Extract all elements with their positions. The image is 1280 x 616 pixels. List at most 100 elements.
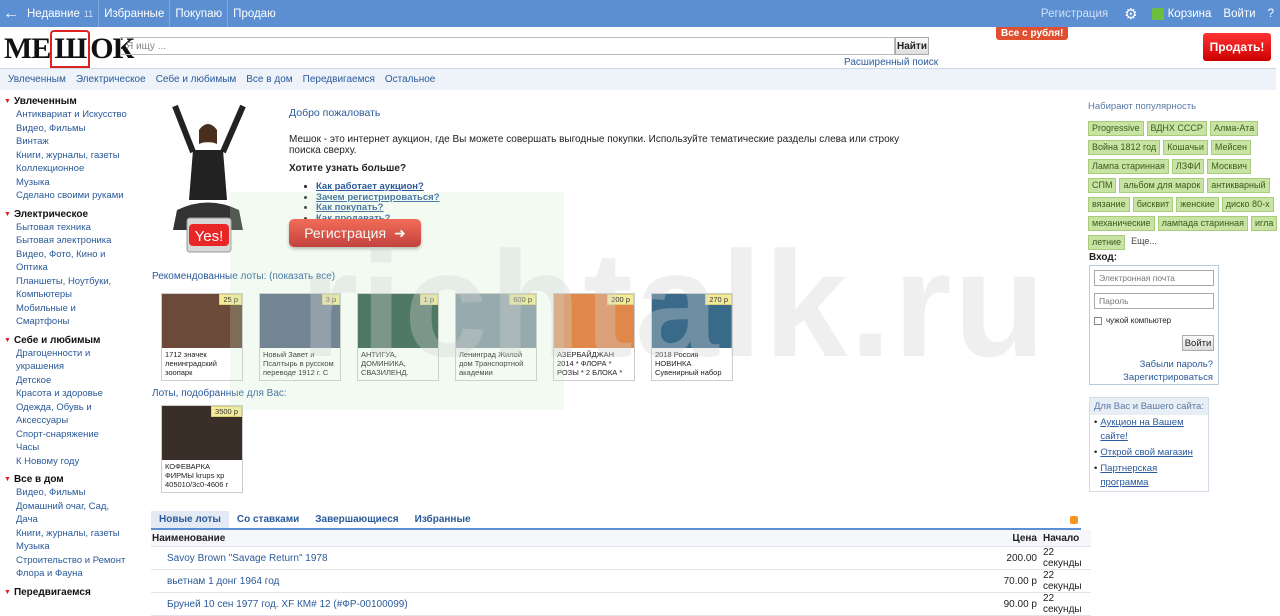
cat-other[interactable]: Остальное (380, 74, 441, 85)
promo-badge[interactable]: Все с рубля! (996, 27, 1069, 40)
popular-tag[interactable]: ЛЗФИ (1171, 159, 1205, 174)
foreign-computer-checkbox[interactable]: чужой компьютер (1094, 316, 1214, 325)
popular-tag[interactable]: женские (1176, 197, 1219, 212)
back-arrow-icon[interactable]: ← (0, 0, 22, 27)
popular-tag[interactable]: вязание (1088, 197, 1130, 212)
top-register-link[interactable]: Регистрация (1033, 8, 1116, 20)
sidebar-item[interactable]: Видео, Фильмы (4, 486, 144, 500)
sidebar-item[interactable]: Дача (4, 513, 144, 527)
cat-transport[interactable]: Передвигаемся (298, 74, 380, 85)
popular-tag[interactable]: Лампа старинная (1088, 159, 1169, 174)
popular-tag[interactable]: Кошачьи (1163, 140, 1208, 155)
popular-tag[interactable]: Алма-Ата (1209, 121, 1259, 136)
row-name[interactable]: Бруней 10 сен 1977 год. XF КМ# 12 (#ФР-0… (151, 599, 1001, 610)
tab-favorites[interactable]: Избранные (407, 511, 479, 528)
sidebar-item[interactable]: Коллекционное (4, 162, 144, 176)
lot-title[interactable]: КОФЕВАРКА ФИРМЫ krups xp 405010/3c0-4606… (162, 460, 242, 492)
search-input[interactable]: Я ищу ... (120, 37, 895, 55)
popular-tag[interactable]: альбом для марок (1119, 178, 1205, 193)
rss-icon[interactable] (1070, 516, 1078, 524)
table-row[interactable]: Savoy Brown "Savage Return" 1978 200.00 22… (151, 547, 1091, 570)
more-tags-link[interactable]: Еще... (1128, 235, 1160, 250)
sidebar-item[interactable]: Домашний очаг, Сад, (4, 500, 144, 514)
popular-tag[interactable]: ВДНХ СССР (1146, 121, 1207, 136)
sell-button[interactable]: Продать! (1203, 33, 1271, 61)
site-partner-link[interactable]: Партнерская программа (1100, 462, 1204, 490)
help-link[interactable]: ? (1262, 8, 1280, 20)
table-row[interactable]: Бруней 10 сен 1977 год. XF КМ# 12 (#ФР-0… (151, 593, 1091, 616)
nav-selling[interactable]: Продаю (228, 0, 281, 27)
sidebar-item[interactable]: К Новому году (4, 455, 144, 469)
sidebar-item[interactable]: Музыка (4, 540, 144, 554)
popular-tag[interactable]: антикварный (1207, 178, 1270, 193)
sidebar-group-title[interactable]: ▼ Увлеченным (4, 95, 144, 108)
sidebar-item[interactable]: Драгоценности и (4, 347, 144, 361)
popular-tag[interactable]: Война 1812 год (1088, 140, 1161, 155)
sidebar-item[interactable]: Антиквариат и Искусство (4, 108, 144, 122)
sidebar-item[interactable]: Книги, журналы, газеты (4, 149, 144, 163)
nav-buying[interactable]: Покупаю (170, 0, 229, 27)
sidebar-item[interactable]: Видео, Фото, Кино и (4, 248, 144, 262)
how-auction-link[interactable]: Как работает аукцион? (316, 181, 424, 192)
site-auction-link[interactable]: Аукцион на Вашем сайте! (1100, 416, 1204, 444)
search-button[interactable]: Найти (895, 37, 929, 55)
lot-card[interactable]: 3500 р КОФЕВАРКА ФИРМЫ krups xp 405010/3c… (161, 405, 243, 493)
sidebar-item[interactable]: Детское (4, 374, 144, 388)
login-button[interactable]: Войти (1182, 335, 1214, 351)
popular-tag[interactable]: СПМ (1088, 178, 1117, 193)
sidebar-item[interactable]: Бытовая электроника (4, 234, 144, 248)
sidebar-item[interactable]: Часы (4, 441, 144, 455)
register-link[interactable]: Зарегистрироваться (1123, 372, 1213, 383)
sidebar-item[interactable]: Аксессуары (4, 414, 144, 428)
cat-electric[interactable]: Электрическое (71, 74, 151, 85)
popular-tag[interactable]: Progressive (1088, 121, 1144, 136)
popular-tag[interactable]: диско 80-х (1221, 197, 1274, 212)
sidebar-item[interactable]: Видео, Фильмы (4, 122, 144, 136)
email-field[interactable]: Электронная почта (1094, 270, 1214, 286)
popular-tag[interactable]: механические (1088, 216, 1155, 231)
sidebar-group-title[interactable]: ▼ Все в дом (4, 473, 144, 486)
gear-icon[interactable]: ⚙ (1116, 5, 1145, 23)
sidebar-item[interactable]: Сделано своими руками (4, 189, 144, 203)
sidebar-item[interactable]: Смартфоны (4, 315, 144, 329)
sidebar-item[interactable]: Планшеты, Ноутбуки, (4, 275, 144, 289)
site-shop-link[interactable]: Открой свой магазин (1100, 446, 1193, 460)
sidebar-item[interactable]: Строительство и Ремонт (4, 554, 144, 568)
sidebar-item[interactable]: Спорт-снаряжение (4, 428, 144, 442)
popular-tag[interactable]: игла (1251, 216, 1278, 231)
cat-home[interactable]: Все в дом (241, 74, 297, 85)
nav-recent[interactable]: Недавние 11 (22, 0, 100, 27)
sidebar-item[interactable]: Флора и Фауна (4, 567, 144, 581)
forgot-password-link[interactable]: Забыли пароль? (1140, 359, 1213, 370)
sidebar-item[interactable]: Оптика (4, 261, 144, 275)
top-login-link[interactable]: Войти (1217, 8, 1261, 20)
sidebar-item[interactable]: Одежда, Обувь и (4, 401, 144, 415)
sidebar-item[interactable]: украшения (4, 360, 144, 374)
cat-hobby[interactable]: Увлеченным (3, 74, 71, 85)
nav-favorites[interactable]: Избранные (99, 0, 171, 27)
sidebar-item[interactable]: Красота и здоровье (4, 387, 144, 401)
sidebar-group-title[interactable]: ▼ Передвигаемся (4, 586, 144, 599)
sidebar-group-title[interactable]: ▼ Себе и любимым (4, 334, 144, 347)
sidebar-item[interactable]: Компьютеры (4, 288, 144, 302)
tab-new-lots[interactable]: Новые лоты (151, 511, 229, 528)
password-field[interactable]: Пароль (1094, 293, 1214, 309)
sidebar-group-title[interactable]: ▼ Электрическое (4, 208, 144, 221)
sidebar-item[interactable]: Винтаж (4, 135, 144, 149)
cat-self[interactable]: Себе и любимым (151, 74, 242, 85)
row-name[interactable]: вьетнам 1 донг 1964 год (151, 576, 1001, 587)
site-logo[interactable]: МЕ Ш ОК (4, 30, 134, 68)
advanced-search-link[interactable]: Расширенный поиск (844, 57, 938, 68)
table-row[interactable]: вьетнам 1 донг 1964 год 70.00 р 22 секунды (151, 570, 1091, 593)
tab-ending[interactable]: Завершающиеся (307, 511, 406, 528)
popular-tag[interactable]: Москвич (1207, 159, 1251, 174)
cart-link[interactable]: Корзина (1146, 7, 1218, 20)
sidebar-item[interactable]: Музыка (4, 176, 144, 190)
sidebar-item[interactable]: Бытовая техника (4, 221, 144, 235)
tab-with-bids[interactable]: Со ставками (229, 511, 307, 528)
sidebar-item[interactable]: Мобильные и (4, 302, 144, 316)
popular-tag[interactable]: Мейсен (1210, 140, 1251, 155)
popular-tag[interactable]: бисквит (1132, 197, 1174, 212)
row-name[interactable]: Savoy Brown "Savage Return" 1978 (151, 553, 1001, 564)
popular-tag[interactable]: лампада старинная (1157, 216, 1249, 231)
